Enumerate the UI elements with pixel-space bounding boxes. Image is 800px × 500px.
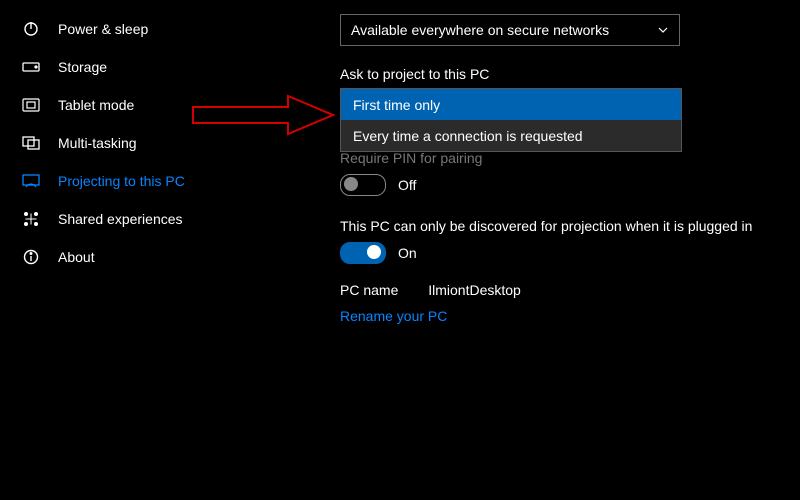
sidebar-item-projecting[interactable]: Projecting to this PC [0,162,250,200]
pc-name-value: IlmiontDesktop [428,282,521,298]
shared-experiences-icon [20,208,42,230]
sidebar-item-multitasking[interactable]: Multi-tasking [0,124,250,162]
sidebar-item-about[interactable]: About [0,238,250,276]
sidebar-item-power-sleep[interactable]: Power & sleep [0,10,250,48]
require-pin-label: Require PIN for pairing [340,150,790,166]
sidebar-item-label: About [58,249,95,265]
storage-icon [20,56,42,78]
sidebar-item-label: Tablet mode [58,97,134,113]
availability-select[interactable]: Available everywhere on secure networks [340,14,680,46]
sidebar-item-storage[interactable]: Storage [0,48,250,86]
dropdown-option-label: Every time a connection is requested [353,128,583,144]
require-pin-toggle[interactable] [340,174,386,196]
power-icon [20,18,42,40]
discover-toggle[interactable] [340,242,386,264]
sidebar-item-label: Storage [58,59,107,75]
ask-to-project-dropdown[interactable]: First time only Every time a connection … [340,88,682,152]
sidebar-item-shared-experiences[interactable]: Shared experiences [0,200,250,238]
require-pin-state: Off [398,177,416,193]
sidebar-item-label: Multi-tasking [58,135,137,151]
sidebar-item-label: Power & sleep [58,21,148,37]
discover-label: This PC can only be discovered for proje… [340,218,790,234]
settings-sidebar: Power & sleep Storage Tablet mode Multi-… [0,0,250,500]
info-icon [20,246,42,268]
ask-to-project-label: Ask to project to this PC [340,66,790,82]
projecting-icon [20,170,42,192]
rename-pc-link[interactable]: Rename your PC [340,308,790,324]
pc-name-row: PC name IlmiontDesktop [340,282,790,298]
availability-select-value: Available everywhere on secure networks [351,22,609,38]
sidebar-item-label: Projecting to this PC [58,173,185,189]
multitasking-icon [20,132,42,154]
discover-state: On [398,245,417,261]
settings-content: Available everywhere on secure networks … [250,0,800,500]
dropdown-option-label: First time only [353,97,440,113]
chevron-down-icon [657,24,669,36]
sidebar-item-tablet-mode[interactable]: Tablet mode [0,86,250,124]
ask-option-first-time[interactable]: First time only [341,89,681,120]
sidebar-item-label: Shared experiences [58,211,183,227]
pc-name-label: PC name [340,282,398,298]
tablet-icon [20,94,42,116]
ask-option-every-time[interactable]: Every time a connection is requested [341,120,681,151]
